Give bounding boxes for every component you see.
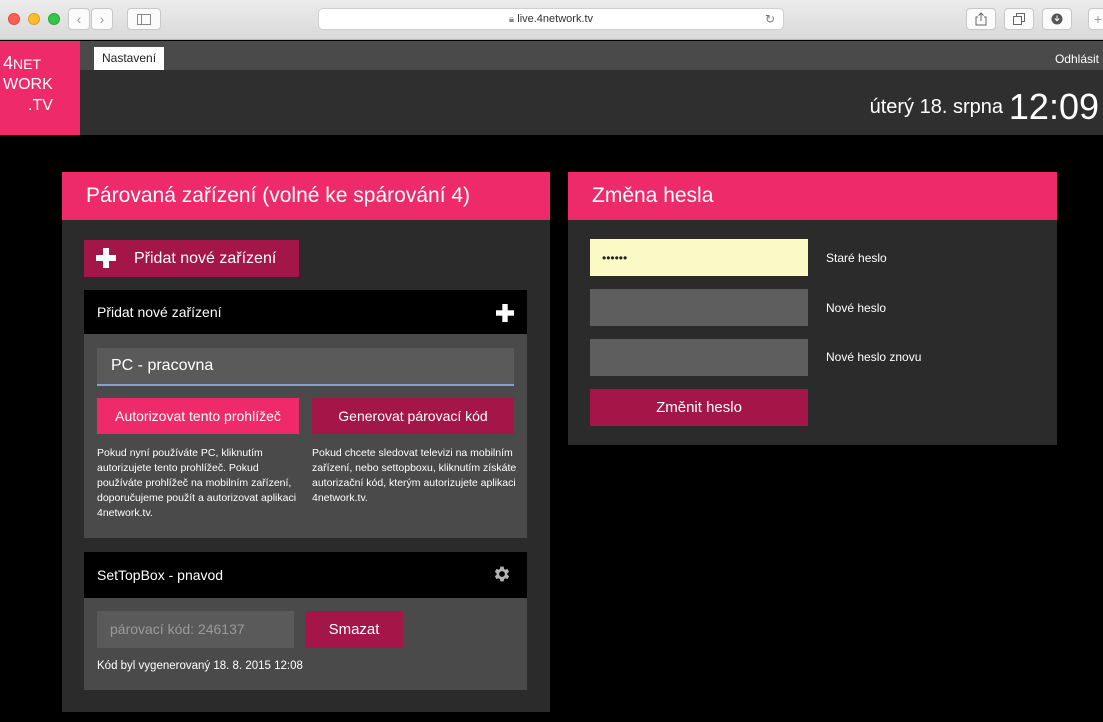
browser-toolbar: ‹ › 🔒︎ live.4network.tv ↻ + xyxy=(0,0,1103,40)
tab-settings[interactable]: Nastavení xyxy=(94,47,165,70)
lock-icon: 🔒︎ xyxy=(508,14,515,25)
logo-net: NET xyxy=(13,56,42,72)
add-device-button[interactable]: Přidat nové zařízení xyxy=(84,240,299,277)
zoom-window-button[interactable] xyxy=(48,13,60,25)
new-password-again-input[interactable] xyxy=(590,339,808,376)
pair-code-field: párovací kód: 246137 xyxy=(97,611,294,648)
reload-icon[interactable]: ↻ xyxy=(765,9,775,29)
code-generated-note: Kód byl vygenerovaný 18. 8. 2015 12:08 xyxy=(97,660,303,672)
old-password-input[interactable] xyxy=(590,239,808,276)
device-name: SetTopBox - pnavod xyxy=(97,567,224,583)
tabs-icon xyxy=(1013,13,1025,25)
device-name-input[interactable] xyxy=(97,348,514,386)
change-password-button[interactable]: Změnit heslo xyxy=(590,389,808,426)
plus-icon xyxy=(96,248,116,268)
current-date: úterý 18. srpna xyxy=(869,96,1003,118)
download-button[interactable] xyxy=(1042,8,1072,30)
new-password-label: Nové heslo xyxy=(826,301,887,315)
logout-link[interactable]: Odhlásit xyxy=(1055,52,1099,66)
minimize-window-button[interactable] xyxy=(28,13,40,25)
forward-button[interactable]: › xyxy=(91,8,113,30)
generate-description: Pokud chcete sledovat televizi na mobiln… xyxy=(312,447,517,504)
device-row-header[interactable]: SetTopBox - pnavod xyxy=(84,552,527,598)
add-device-section-header[interactable]: Přidat nové zařízení xyxy=(84,290,527,334)
sidebar-button[interactable] xyxy=(127,8,161,30)
gear-icon[interactable] xyxy=(492,564,512,584)
logo-digit: 4 xyxy=(3,53,14,73)
logo[interactable]: 4NET WORK .TV xyxy=(0,41,80,135)
logo-work: WORK xyxy=(3,76,53,93)
sidebar-icon xyxy=(137,14,151,25)
url-text: live.4network.tv xyxy=(517,13,594,25)
logo-tv: .TV xyxy=(28,97,53,114)
delete-device-button[interactable]: Smazat xyxy=(305,611,403,648)
change-password-title: Změna hesla xyxy=(568,172,1057,220)
add-device-section-title: Přidat nové zařízení xyxy=(97,304,222,320)
new-password-input[interactable] xyxy=(590,289,808,326)
new-password-again-label: Nové heslo znovu xyxy=(826,350,922,364)
back-button[interactable]: ‹ xyxy=(68,8,90,30)
share-button[interactable] xyxy=(966,8,996,30)
expand-plus-icon[interactable] xyxy=(496,304,514,322)
generate-pair-code-button[interactable]: Generovat párovací kód xyxy=(312,398,514,434)
close-window-button[interactable] xyxy=(8,13,20,25)
chevron-right-icon: › xyxy=(99,11,105,27)
current-time: 12:09 xyxy=(1008,86,1099,127)
tabs-button[interactable] xyxy=(1004,8,1034,30)
authorize-browser-button[interactable]: Autorizovat tento prohlížeč xyxy=(97,398,299,434)
authorize-description: Pokud nyní používáte PC, kliknutím autor… xyxy=(97,447,297,519)
share-icon xyxy=(975,12,987,26)
new-tab-button[interactable]: + xyxy=(1088,8,1103,30)
top-menu-strip xyxy=(80,41,1103,70)
add-device-button-label: Přidat nové zařízení xyxy=(134,250,277,267)
old-password-label: Staré heslo xyxy=(826,251,887,265)
paired-devices-title: Párovaná zařízení (volné ke spárování 4) xyxy=(62,172,550,220)
download-icon xyxy=(1051,13,1063,25)
chevron-left-icon: ‹ xyxy=(76,11,82,27)
address-bar[interactable]: 🔒︎ live.4network.tv ↻ xyxy=(318,8,784,30)
